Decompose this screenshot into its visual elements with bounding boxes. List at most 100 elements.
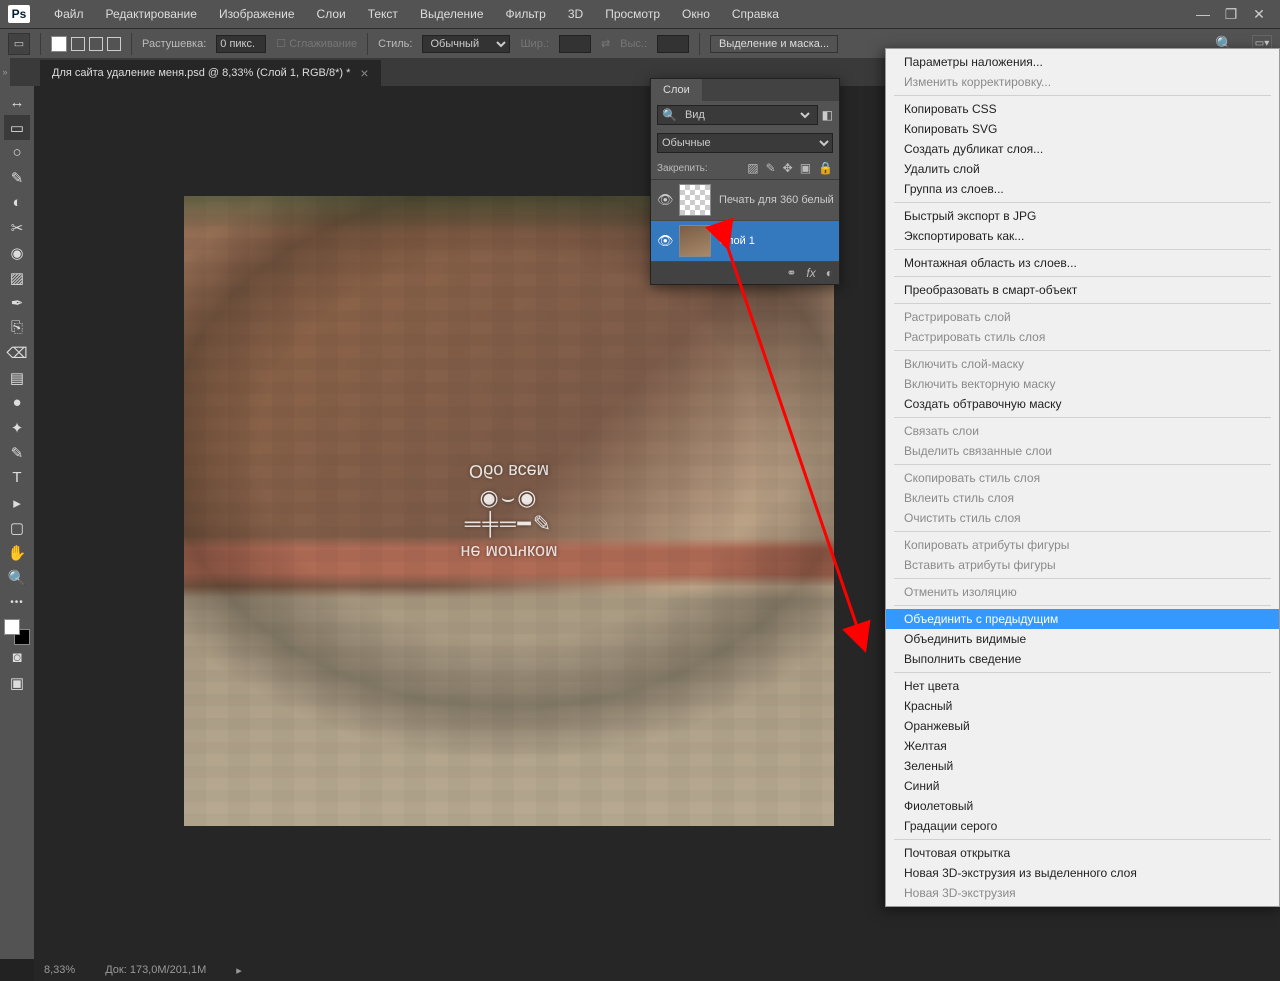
ctx-item[interactable]: Выполнить сведение (886, 649, 1279, 669)
zoom-level[interactable]: 8,33% (44, 964, 75, 976)
ctx-item[interactable]: Экспортировать как... (886, 226, 1279, 246)
new-selection-icon[interactable] (51, 36, 67, 52)
ctx-item[interactable]: Красный (886, 696, 1279, 716)
ctx-item[interactable]: Группа из слоев... (886, 179, 1279, 199)
ctx-item[interactable]: Параметры наложения... (886, 52, 1279, 72)
tool-8[interactable]: ✒ (4, 290, 30, 315)
tool-4[interactable]: ◐ (4, 190, 30, 215)
ctx-item[interactable]: Преобразовать в смарт-объект (886, 280, 1279, 300)
minimize-button[interactable]: — (1190, 4, 1216, 24)
document-tab[interactable]: Для сайта удаление меня.psd @ 8,33% (Сло… (40, 60, 381, 86)
visibility-icon[interactable]: 👁 (657, 233, 671, 249)
width-label: Шир.: (520, 38, 548, 50)
lock-position-icon[interactable]: ✥ (783, 161, 793, 175)
style-label: Стиль: (378, 38, 412, 50)
tool-2[interactable]: ○ (4, 140, 30, 165)
subtract-selection-icon[interactable] (89, 37, 103, 51)
tool-3[interactable]: ✎ (4, 165, 30, 190)
tool-12[interactable]: ● (4, 390, 30, 415)
tool-11[interactable]: ▤ (4, 365, 30, 390)
document-size: Док: 173,0M/201,1M (105, 964, 206, 976)
screen-mode-icon[interactable]: ▣ (4, 670, 30, 695)
lock-image-icon[interactable]: ✎ (766, 161, 776, 175)
ctx-item[interactable]: Объединить видимые (886, 629, 1279, 649)
ctx-item[interactable]: Синий (886, 776, 1279, 796)
current-tool-icon[interactable]: ▭ (8, 33, 30, 55)
menu-файл[interactable]: Файл (44, 4, 94, 24)
layer-row[interactable]: 👁Слой 1 (651, 221, 839, 262)
layer-filter[interactable]: 🔍Вид (657, 105, 818, 125)
ctx-item[interactable]: Почтовая открытка (886, 843, 1279, 863)
menu-просмотр[interactable]: Просмотр (595, 4, 670, 24)
tool-9[interactable]: ⎘ (4, 315, 30, 340)
filter-toggle-icon[interactable]: ◧ (822, 108, 833, 122)
ctx-item[interactable]: Объединить с предыдущим (886, 609, 1279, 629)
tool-19[interactable]: 🔍 (4, 565, 30, 590)
style-select[interactable]: Обычный (422, 35, 510, 53)
close-button[interactable]: ✕ (1246, 4, 1272, 24)
tool-1[interactable]: ▭ (4, 115, 30, 140)
color-swatches[interactable] (4, 619, 30, 645)
menu-слои[interactable]: Слои (307, 4, 356, 24)
layer-fx-icon[interactable]: fx (806, 266, 815, 280)
tool-18[interactable]: ✋ (4, 540, 30, 565)
ctx-item[interactable]: Градации серого (886, 816, 1279, 836)
ctx-item[interactable]: Копировать SVG (886, 119, 1279, 139)
layer-mask-icon[interactable]: ◐ (826, 266, 833, 280)
ctx-item[interactable]: Монтажная область из слоев... (886, 253, 1279, 273)
menu-текст[interactable]: Текст (358, 4, 408, 24)
menu-изображение[interactable]: Изображение (209, 4, 305, 24)
maximize-button[interactable]: ❐ (1218, 4, 1244, 24)
tool-7[interactable]: ▨ (4, 265, 30, 290)
feather-input[interactable] (216, 35, 266, 53)
select-and-mask-button[interactable]: Выделение и маска... (710, 35, 838, 53)
tool-5[interactable]: ✂ (4, 215, 30, 240)
width-input (559, 35, 591, 53)
tool-14[interactable]: ✎ (4, 440, 30, 465)
blend-mode-select[interactable]: Обычные (657, 133, 833, 153)
lock-transparency-icon[interactable]: ▨ (747, 161, 758, 175)
layer-thumbnail[interactable] (679, 225, 711, 257)
quick-mask-icon[interactable]: ◙ (4, 645, 30, 670)
visibility-icon[interactable]: 👁 (657, 192, 671, 208)
tool-15[interactable]: T (4, 465, 30, 490)
ctx-item[interactable]: Быстрый экспорт в JPG (886, 206, 1279, 226)
ctx-item[interactable]: Копировать CSS (886, 99, 1279, 119)
toolbar-expand-icon[interactable]: » (0, 58, 10, 86)
ctx-item[interactable]: Новая 3D-экструзия из выделенного слоя (886, 863, 1279, 883)
layer-row[interactable]: 👁Печать для 360 белый дл... (651, 180, 839, 221)
tool-10[interactable]: ⌫ (4, 340, 30, 365)
status-arrow-icon[interactable]: ▸ (236, 964, 242, 977)
layers-tab[interactable]: Слои (651, 79, 702, 101)
ctx-item[interactable]: Зеленый (886, 756, 1279, 776)
tool-6[interactable]: ◉ (4, 240, 30, 265)
layer-context-menu: Параметры наложения...Изменить корректир… (885, 48, 1280, 907)
ctx-item: Отменить изоляцию (886, 582, 1279, 602)
menu-выделение[interactable]: Выделение (410, 4, 494, 24)
menu-3d[interactable]: 3D (558, 4, 593, 24)
tool-16[interactable]: ▸ (4, 490, 30, 515)
more-tools-icon[interactable]: ••• (4, 590, 30, 615)
document-canvas[interactable]: Обо всем ◉⌣◉═╪═━✎ не молчком (184, 196, 834, 826)
lock-artboard-icon[interactable]: ▣ (800, 161, 811, 175)
ctx-item[interactable]: Желтая (886, 736, 1279, 756)
menu-редактирование[interactable]: Редактирование (96, 4, 207, 24)
ctx-item[interactable]: Оранжевый (886, 716, 1279, 736)
close-tab-icon[interactable]: × (360, 65, 368, 81)
lock-all-icon[interactable]: 🔒 (818, 161, 833, 175)
tool-17[interactable]: ▢ (4, 515, 30, 540)
add-selection-icon[interactable] (71, 37, 85, 51)
layer-thumbnail[interactable] (679, 184, 711, 216)
tool-0[interactable]: ↔ (4, 90, 30, 115)
ctx-item[interactable]: Создать обтравочную маску (886, 394, 1279, 414)
tool-13[interactable]: ✦ (4, 415, 30, 440)
intersect-selection-icon[interactable] (107, 37, 121, 51)
ctx-item[interactable]: Фиолетовый (886, 796, 1279, 816)
ctx-item[interactable]: Создать дубликат слоя... (886, 139, 1279, 159)
link-layers-icon[interactable]: ⚭ (786, 266, 796, 280)
menu-окно[interactable]: Окно (672, 4, 720, 24)
menu-справка[interactable]: Справка (722, 4, 789, 24)
ctx-item[interactable]: Удалить слой (886, 159, 1279, 179)
ctx-item[interactable]: Нет цвета (886, 676, 1279, 696)
menu-фильтр[interactable]: Фильтр (496, 4, 556, 24)
